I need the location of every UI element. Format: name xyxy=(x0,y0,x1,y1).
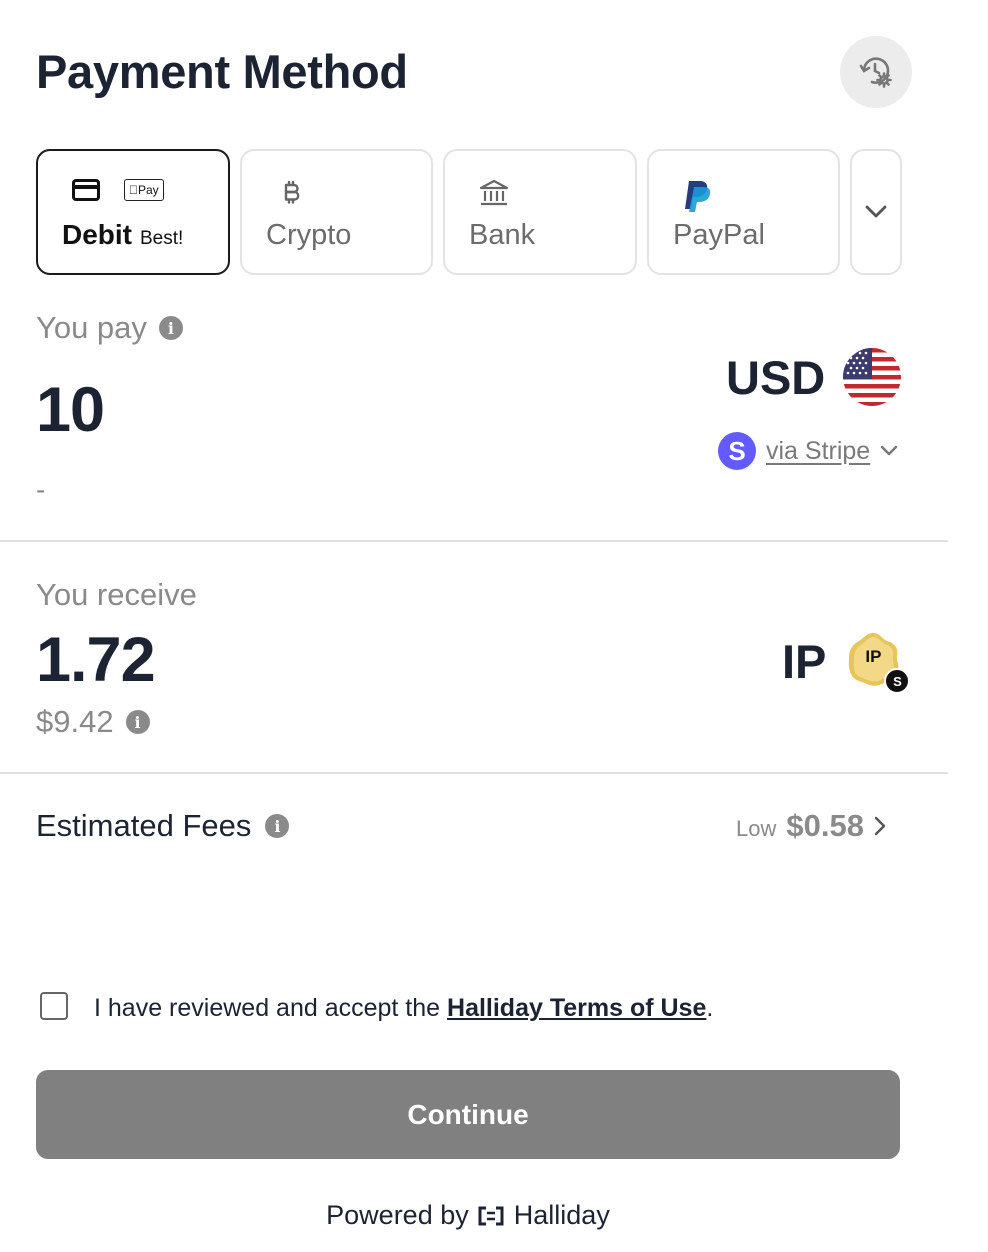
powered-by-text: Powered by xyxy=(326,1200,469,1230)
fee-amount: $0.58 xyxy=(786,808,864,843)
method-tab-crypto[interactable]: Crypto xyxy=(240,149,433,275)
estimated-fees-label: Estimated Fees xyxy=(36,808,252,843)
method-label-debit: Debit xyxy=(62,219,132,250)
stripe-logo: S xyxy=(718,432,756,470)
terms-prefix: I have reviewed and accept the xyxy=(94,994,448,1022)
receive-token: IP xyxy=(782,634,827,688)
us-flag-icon xyxy=(843,348,902,406)
you-pay-header: You pay i xyxy=(36,310,183,346)
terms-text: I have reviewed and accept the Halliday … xyxy=(94,994,713,1023)
paypal-icon xyxy=(685,181,711,212)
provider-selector[interactable]: S via Stripe xyxy=(718,432,898,470)
more-methods-button[interactable] xyxy=(850,149,902,275)
apple-pay-icon: Pay xyxy=(124,179,164,201)
page-title: Payment Method xyxy=(36,45,408,98)
ip-token-icon: IP S xyxy=(844,630,911,694)
divider xyxy=(0,772,948,774)
info-icon[interactable]: i xyxy=(158,316,183,340)
receive-usd-row: $9.42 i xyxy=(36,704,150,740)
currency-selector[interactable]: USD xyxy=(726,348,902,406)
terms-link[interactable]: Halliday Terms of Use xyxy=(447,994,706,1022)
info-icon[interactable]: i xyxy=(125,710,150,734)
terms-checkbox[interactable] xyxy=(40,992,68,1020)
chain-badge: S xyxy=(884,668,911,694)
divider xyxy=(0,540,948,542)
terms-suffix: . xyxy=(706,994,714,1022)
ip-token-logo-text: IP xyxy=(865,647,882,666)
receive-usd-value: $9.42 xyxy=(36,704,114,739)
provider-label: via Stripe xyxy=(766,436,871,465)
method-label-bank: Bank xyxy=(469,219,536,251)
you-receive-label: You receive xyxy=(36,577,197,612)
history-settings-icon xyxy=(859,57,892,88)
chevron-down-icon xyxy=(865,205,887,218)
history-settings-button[interactable] xyxy=(840,36,912,108)
chevron-right-icon xyxy=(874,816,886,836)
method-tab-debit[interactable]: Pay Debit Best! xyxy=(36,149,230,275)
receive-amount: 1.72 xyxy=(36,625,156,695)
estimated-fees-header: Estimated Fees i xyxy=(36,808,290,844)
fees-details-button[interactable]: Low $0.58 xyxy=(736,808,886,844)
continue-button[interactable]: Continue xyxy=(36,1070,900,1159)
best-badge: Best! xyxy=(140,228,184,249)
pay-currency: USD xyxy=(726,350,826,404)
info-icon[interactable]: i xyxy=(265,814,290,838)
chevron-down-icon xyxy=(881,445,898,456)
you-pay-label: You pay xyxy=(36,310,147,345)
method-tab-bank[interactable]: Bank xyxy=(443,149,637,275)
pay-amount-input[interactable]: 10 xyxy=(36,374,105,446)
bank-icon xyxy=(479,179,509,206)
token-selector[interactable]: IP IP S xyxy=(782,630,911,694)
fee-level: Low xyxy=(736,816,777,841)
pay-usd-value: - xyxy=(36,474,46,505)
halliday-brand: Halliday xyxy=(513,1200,610,1230)
card-icon xyxy=(72,179,100,201)
method-label-paypal: PayPal xyxy=(673,219,765,251)
halliday-logo-icon xyxy=(478,1206,504,1226)
bitcoin-icon xyxy=(284,180,300,204)
method-tab-paypal[interactable]: PayPal xyxy=(647,149,840,275)
method-label-crypto: Crypto xyxy=(266,219,352,251)
powered-by-footer: Powered by Halliday xyxy=(0,1200,936,1231)
